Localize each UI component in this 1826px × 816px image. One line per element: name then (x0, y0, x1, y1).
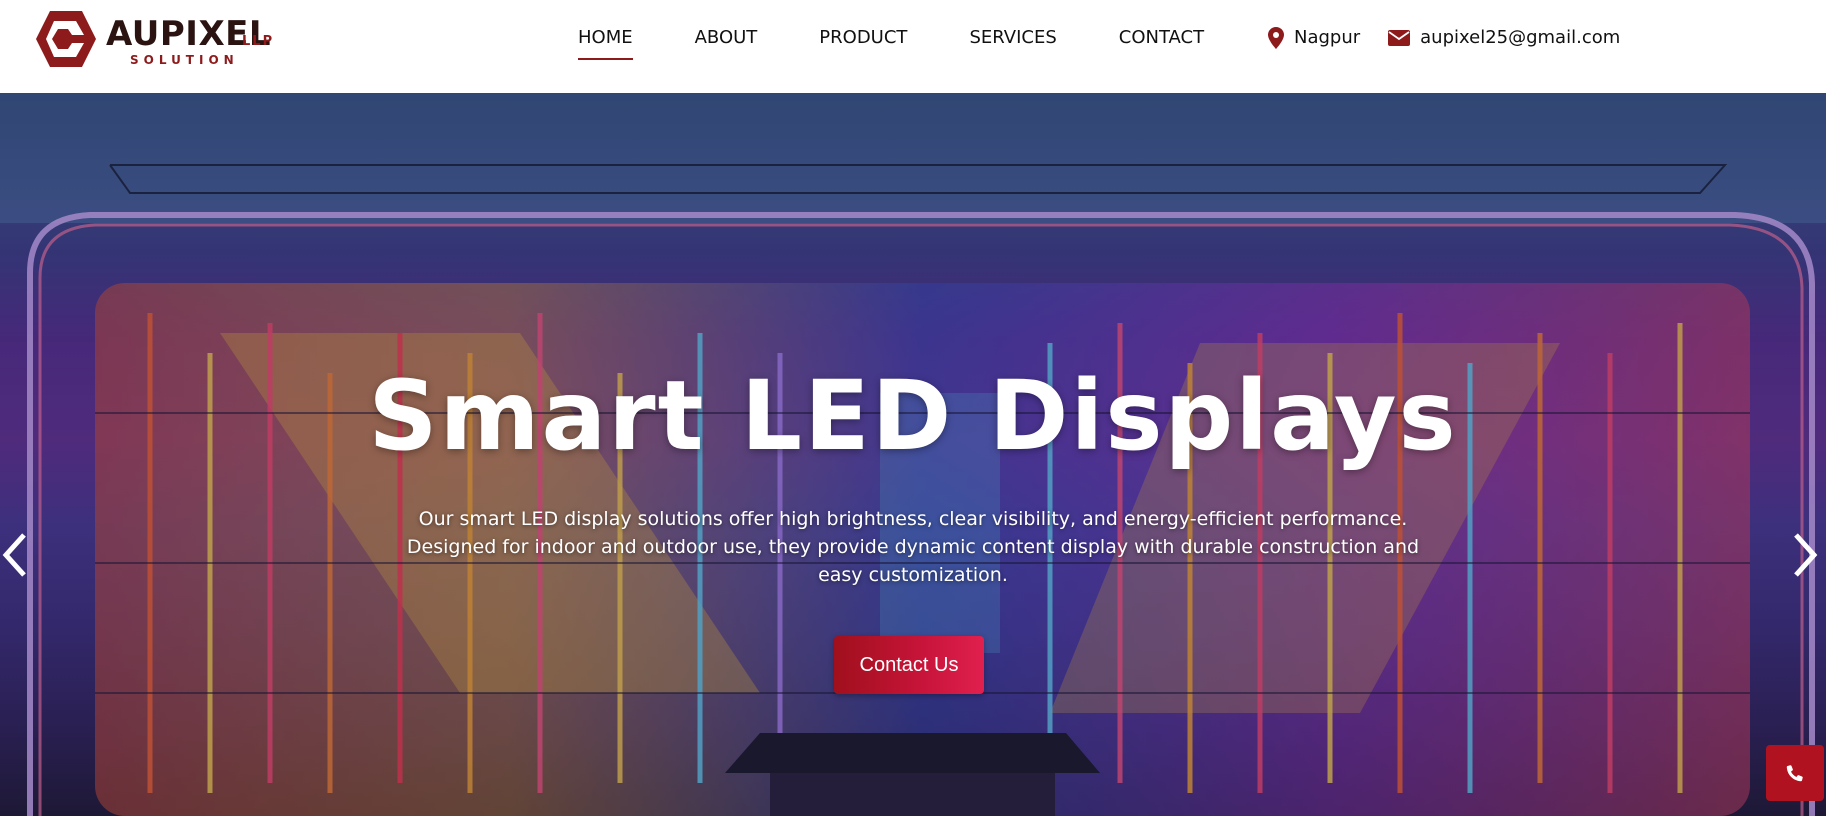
main-nav: HOME ABOUT PRODUCT SERVICES CONTACT (578, 24, 1266, 60)
site-header: AUPIXEL LLP SOLUTION HOME ABOUT PRODUCT … (0, 0, 1826, 93)
logo-mark-icon (36, 11, 96, 67)
nav-item-about[interactable]: ABOUT (695, 24, 758, 56)
email-text[interactable]: aupixel25@gmail.com (1420, 24, 1620, 52)
map-pin-icon (1268, 27, 1284, 49)
chevron-right-icon (1794, 533, 1818, 577)
email-info[interactable]: aupixel25@gmail.com (1388, 24, 1620, 52)
nav-item-product[interactable]: PRODUCT (819, 24, 907, 56)
brand-suffix: LLP (242, 34, 275, 49)
chevron-left-icon (2, 533, 26, 577)
floating-call-button[interactable] (1766, 745, 1824, 801)
hero-slider: Smart LED Displays Our smart LED display… (0, 93, 1826, 816)
nav-item-services[interactable]: SERVICES (969, 24, 1056, 56)
location-text: Nagpur (1294, 27, 1361, 48)
contact-us-button[interactable]: Contact Us (834, 636, 984, 694)
hero-description: Our smart LED display solutions offer hi… (406, 508, 1420, 586)
nav-item-home[interactable]: HOME (578, 24, 633, 60)
brand-logo[interactable]: AUPIXEL LLP SOLUTION (34, 9, 284, 69)
slider-prev-button[interactable] (0, 525, 30, 585)
slider-next-button[interactable] (1790, 525, 1820, 585)
hero-title: Smart LED Displays (368, 360, 1458, 472)
brand-subtitle: SOLUTION (130, 53, 239, 67)
nav-item-contact[interactable]: CONTACT (1119, 24, 1204, 56)
location-info: Nagpur (1268, 24, 1360, 52)
envelope-icon (1388, 30, 1411, 46)
header-contact-info: Nagpur aupixel25@gmail.com (1268, 24, 1648, 52)
phone-icon (1786, 765, 1803, 782)
